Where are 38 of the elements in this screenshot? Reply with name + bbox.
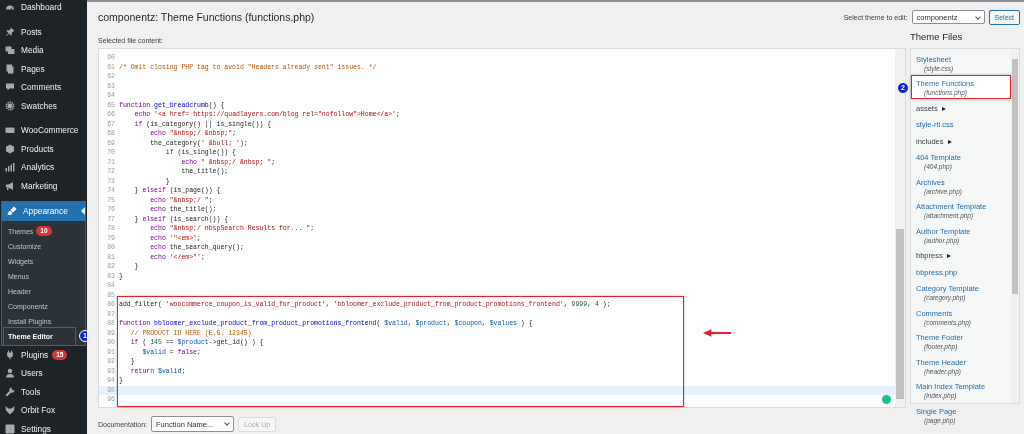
theme-files-heading: Theme Files bbox=[910, 29, 964, 44]
sidebar-item[interactable]: Swatches bbox=[0, 96, 87, 115]
sidebar-item[interactable]: Orbit Fox bbox=[0, 401, 87, 420]
scrollbar[interactable] bbox=[895, 49, 905, 407]
sidebar-item[interactable]: Analytics bbox=[0, 158, 87, 177]
expand-triangle-icon bbox=[946, 254, 951, 258]
sidebar-item[interactable]: Comments bbox=[0, 78, 87, 97]
sidebar-item[interactable]: Appearance bbox=[2, 202, 85, 221]
wrench-icon bbox=[5, 386, 15, 397]
sidebar-item[interactable]: Users bbox=[0, 364, 87, 383]
pushpin-icon bbox=[5, 26, 15, 37]
speech-bubble-icon bbox=[5, 82, 15, 93]
animal-head-icon bbox=[5, 405, 15, 416]
sidebar-item[interactable]: Media bbox=[0, 41, 87, 60]
megaphone-icon bbox=[5, 180, 15, 191]
user-icon bbox=[5, 368, 15, 379]
status-icon[interactable] bbox=[882, 395, 891, 404]
bar-chart-icon bbox=[5, 162, 15, 173]
sidebar-item[interactable]: Tools bbox=[0, 382, 87, 401]
sidebar-item[interactable]: Settings bbox=[0, 419, 87, 434]
scrollbar[interactable] bbox=[1011, 49, 1019, 403]
expand-triangle-icon bbox=[947, 139, 952, 144]
gear-icon bbox=[5, 100, 15, 111]
page-title: componentz: Theme Functions (functions.php) bbox=[98, 11, 315, 23]
sidebar-item[interactable]: WooCommerce bbox=[0, 121, 87, 140]
sidebar-item[interactable]: Marketing bbox=[0, 176, 87, 195]
sidebar-item[interactable]: Pages bbox=[0, 59, 87, 78]
paintbrush-icon bbox=[7, 206, 17, 217]
pages-icon bbox=[5, 63, 15, 74]
code-editor[interactable] bbox=[98, 48, 906, 408]
arrow-drawing bbox=[703, 329, 731, 337]
photos-icon bbox=[5, 45, 15, 56]
cube-icon bbox=[5, 143, 15, 154]
expand-triangle-icon bbox=[941, 106, 946, 111]
sidebar-item[interactable]: Products bbox=[0, 139, 87, 158]
sidebar-item[interactable]: Posts bbox=[0, 22, 87, 41]
plug-icon bbox=[5, 349, 15, 360]
sidebar-item[interactable]: Dashboard bbox=[0, 0, 87, 17]
